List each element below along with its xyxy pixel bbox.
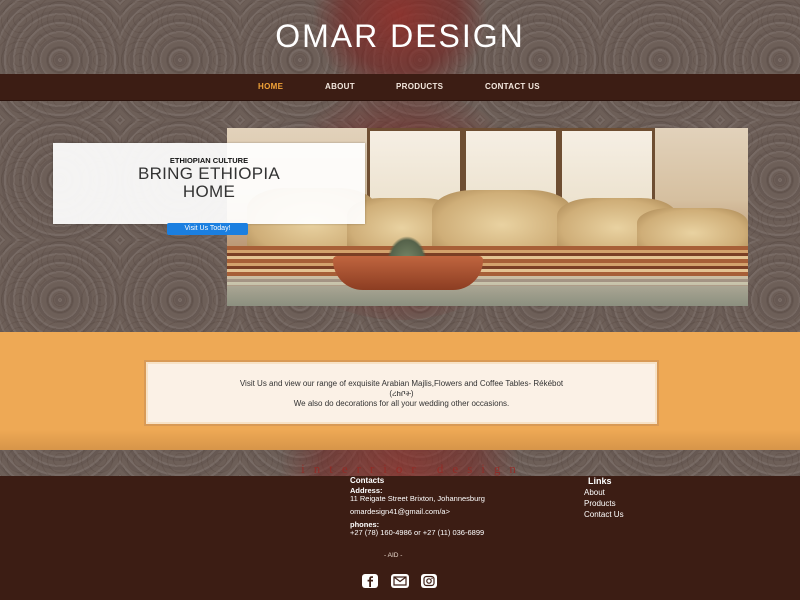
visit-us-button[interactable]: Visit Us Today! (167, 223, 248, 235)
nav-about[interactable]: ABOUT (325, 82, 355, 91)
mail-icon[interactable] (391, 574, 409, 588)
nav-contact-us[interactable]: CONTACT US (485, 82, 540, 91)
main-nav: HOME ABOUT PRODUCTS CONTACT US (0, 74, 800, 101)
phone-2[interactable]: +27 (11) 036-6899 (423, 528, 484, 537)
footer-link-products[interactable]: Products (584, 499, 616, 508)
info-box: Visit Us and view our range of exquisite… (144, 360, 659, 426)
info-line-1: Visit Us and view our range of exquisite… (239, 379, 564, 388)
info-line-2: (ረከቦት) (389, 389, 414, 398)
glass-table (227, 276, 748, 306)
site-header: OMAR DESIGN (0, 0, 800, 75)
nav-products[interactable]: PRODUCTS (396, 82, 443, 91)
phone-numbers: +27 (78) 160-4986 or +27 (11) 036-6899 (350, 528, 484, 537)
nav-home[interactable]: HOME (258, 82, 283, 91)
hero-heading-line-1: BRING ETHIOPIA (137, 164, 281, 183)
facebook-icon[interactable] (361, 574, 379, 588)
hero-card: ETHIOPIAN CULTURE BRING ETHIOPIA HOME (53, 143, 365, 224)
hero-heading: BRING ETHIOPIA HOME (53, 165, 365, 201)
footer-link-about[interactable]: About (584, 488, 605, 497)
hero-heading-line-2: HOME (182, 182, 236, 201)
instagram-icon[interactable] (420, 574, 438, 588)
links-heading: Links (588, 476, 612, 486)
phone-1[interactable]: +27 (78) 160-4986 (350, 528, 412, 537)
info-line-3: We also do decorations for all your wedd… (293, 399, 510, 408)
address-value: 11 Reigate Street Brixton, Johannesburg (350, 494, 485, 503)
brand-script-text: interrior design (301, 461, 525, 476)
contacts-heading: Contacts (350, 476, 385, 485)
email-link[interactable]: omardesign41@gmail.com/a> (350, 507, 450, 516)
footer-link-contact-us[interactable]: Contact Us (584, 510, 624, 519)
phone-or: or (414, 528, 421, 537)
site-title[interactable]: OMAR DESIGN (0, 18, 800, 55)
flower-pot (333, 256, 483, 290)
footer-credit: - AID - (384, 552, 403, 559)
